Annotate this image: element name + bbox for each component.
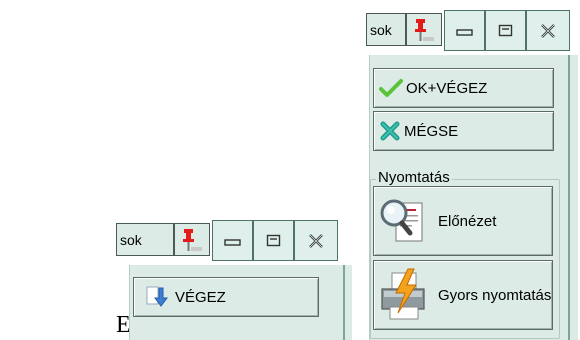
right-pin-button[interactable] <box>406 13 442 46</box>
left-window: sok VÉGEZ <box>116 220 352 340</box>
minimize-icon <box>223 238 241 246</box>
quick-print-button[interactable]: Gyors nyomtatás <box>373 260 553 330</box>
checkmark-icon <box>379 79 403 97</box>
right-close-button[interactable] <box>526 10 570 51</box>
download-arrow-icon <box>146 286 168 307</box>
right-tab-label: sok <box>370 21 392 38</box>
right-window: sok OK+VÉGEZ MÉGSE Nyomtatás Előnézet Gy… <box>366 10 580 340</box>
megse-label: MÉGSE <box>404 122 459 140</box>
maximize-icon <box>498 24 512 36</box>
right-tab[interactable]: sok <box>366 13 406 46</box>
megse-button[interactable]: MÉGSE <box>373 111 554 151</box>
left-pin-button[interactable] <box>174 223 210 256</box>
pushpin-icon <box>415 18 434 41</box>
close-icon <box>541 23 555 38</box>
magnifier-icon <box>380 199 423 242</box>
left-tab[interactable]: sok <box>116 223 174 256</box>
close-icon <box>309 233 323 248</box>
pushpin-icon <box>183 228 202 251</box>
ok-vegez-label: OK+VÉGEZ <box>406 79 488 97</box>
printer-icon <box>381 268 425 320</box>
left-maximize-button[interactable] <box>253 220 294 261</box>
right-minimize-button[interactable] <box>444 10 485 51</box>
left-tab-label: sok <box>120 231 142 248</box>
right-maximize-button[interactable] <box>485 10 526 51</box>
cross-icon <box>380 121 400 141</box>
vegez-label: VÉGEZ <box>175 288 226 306</box>
right-window-right-border <box>568 55 570 340</box>
preview-button[interactable]: Előnézet <box>373 186 553 256</box>
left-window-right-border <box>343 265 345 340</box>
left-close-button[interactable] <box>294 220 338 261</box>
vegez-button[interactable]: VÉGEZ <box>133 277 319 317</box>
preview-label: Előnézet <box>438 212 497 230</box>
quick-print-label: Gyors nyomtatás <box>438 286 552 304</box>
print-group-label: Nyomtatás <box>376 169 452 186</box>
minimize-icon <box>455 28 473 36</box>
ok-vegez-button[interactable]: OK+VÉGEZ <box>373 68 554 108</box>
maximize-icon <box>266 234 280 246</box>
left-minimize-button[interactable] <box>212 220 253 261</box>
